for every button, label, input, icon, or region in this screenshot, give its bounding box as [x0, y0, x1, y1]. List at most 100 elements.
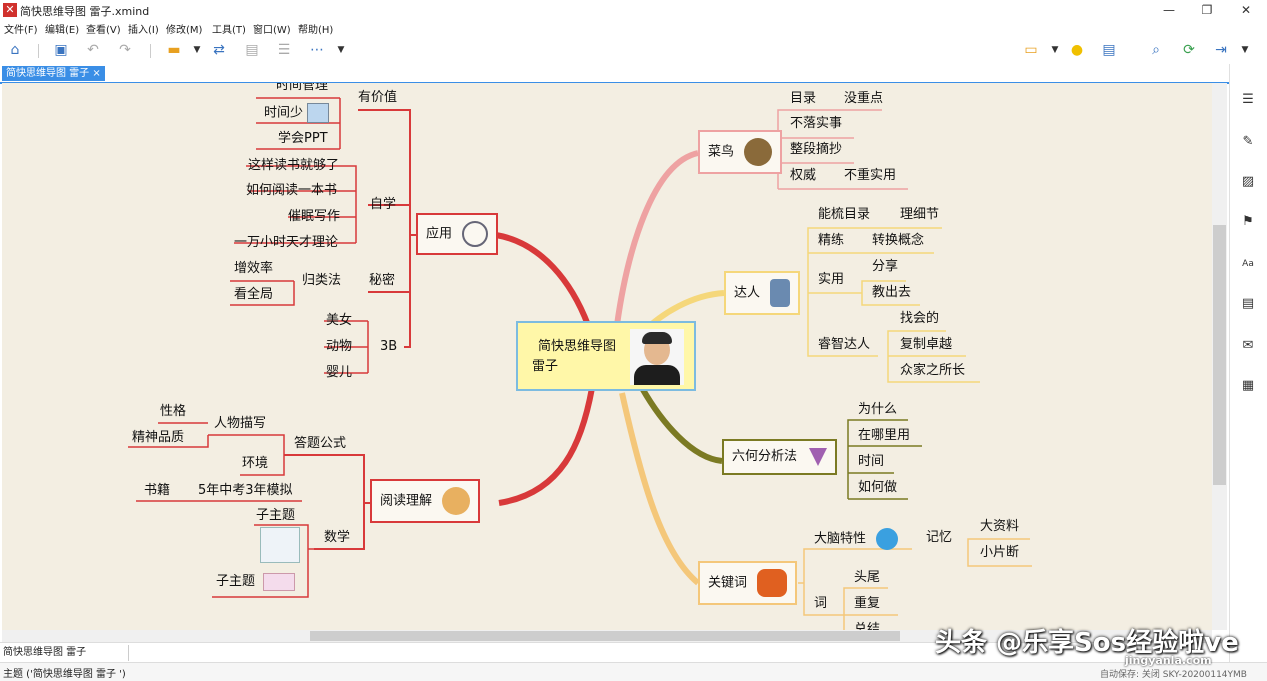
mindmap-canvas[interactable]: 简快思维导图 雷子 应用 有价值 时间管理 时间少 学会PPT 自学 这样读书就… [2, 83, 1212, 630]
relationship-icon[interactable]: ⇄ [210, 41, 228, 59]
topic-buzhongshiyong[interactable]: 不重实用 [844, 166, 896, 186]
menu-modify[interactable]: 修改(M) [166, 21, 202, 36]
editor-tab[interactable]: 简快思维导图 雷子 × [2, 66, 105, 81]
topic-book1[interactable]: 这样读书就够了 [248, 156, 339, 176]
topic-book3[interactable]: 催眠写作 [288, 207, 340, 227]
topic-danaotexing[interactable]: 大脑特性 [814, 528, 899, 550]
topic-xuehuippt[interactable]: 学会PPT [278, 129, 328, 149]
undo-icon[interactable]: ↶ [84, 41, 102, 59]
topic-lixijie[interactable]: 理细节 [900, 205, 939, 225]
topic-shuji[interactable]: 书籍 [144, 481, 170, 501]
topic-yingyong[interactable]: 应用 [416, 213, 499, 255]
topic-weishenme[interactable]: 为什么 [858, 400, 897, 420]
chevron-down-icon[interactable]: ▼ [332, 41, 350, 59]
close-button[interactable]: ✕ [1232, 1, 1260, 19]
topic-datigongshi[interactable]: 答题公式 [294, 434, 346, 454]
topic-guileifa[interactable]: 归类法 [302, 271, 341, 291]
topic-zizhuti1[interactable]: 子主题 [256, 506, 295, 526]
topic-yuedulijie[interactable]: 阅读理解 [370, 479, 481, 523]
topic-zhongjiazhisuochang[interactable]: 众家之所长 [900, 361, 965, 381]
lightbulb-icon[interactable]: ● [1068, 41, 1086, 59]
topic-shuxue[interactable]: 数学 [324, 528, 350, 548]
notes-icon[interactable]: ▤ [1238, 294, 1258, 314]
topic-cainiao[interactable]: 菜鸟 [698, 130, 783, 174]
topic-5nianzhongkao[interactable]: 5年中考3年模拟 [198, 481, 293, 501]
search-icon[interactable]: ⌕ [1147, 41, 1165, 59]
image-icon[interactable]: ▨ [1238, 172, 1258, 192]
topic-mimi[interactable]: 秘密 [369, 271, 395, 291]
text-style-icon[interactable]: Aa [1238, 254, 1258, 274]
save-icon[interactable]: ▣ [52, 41, 70, 59]
format-brush-icon[interactable]: ✎ [1238, 132, 1258, 152]
topic-chongfu[interactable]: 重复 [854, 594, 880, 614]
comment-icon[interactable]: ✉ [1238, 336, 1258, 356]
topic-fenxiang[interactable]: 分享 [872, 257, 898, 277]
topic-liuhefenxifa[interactable]: 六何分析法 [722, 439, 838, 475]
topic-daziliao[interactable]: 大资料 [980, 517, 1019, 537]
topic-zixue[interactable]: 自学 [370, 195, 396, 215]
topic-meinv[interactable]: 美女 [326, 311, 352, 331]
outline-icon[interactable]: ▤ [1100, 41, 1118, 59]
topic-buluoshishi[interactable]: 不落实事 [790, 114, 842, 134]
topic-renwumiaoxie[interactable]: 人物描写 [214, 414, 266, 434]
topic-zainaliyong[interactable]: 在哪里用 [858, 426, 910, 446]
boundary-icon[interactable]: ▤ [243, 41, 261, 59]
outliner-icon[interactable]: ☰ [1238, 90, 1258, 110]
home-icon[interactable]: ⌂ [6, 41, 24, 59]
topic-meizhongdian[interactable]: 没重点 [844, 89, 883, 109]
menu-help[interactable]: 帮助(H) [298, 21, 333, 36]
topic-jiyi[interactable]: 记忆 [926, 528, 952, 548]
chevron-down-icon[interactable]: ▼ [1046, 41, 1064, 59]
topic-jinglian[interactable]: 精练 [818, 231, 844, 251]
topic-book4[interactable]: 一万小时天才理论 [234, 233, 338, 253]
topic-mulu[interactable]: 目录 [790, 89, 816, 109]
topic-shijianguanli[interactable]: 时间管理 [276, 83, 328, 96]
horizontal-scrollbar-thumb[interactable] [310, 631, 900, 641]
topic-nengshumulu[interactable]: 能梳目录 [818, 205, 870, 225]
topic-ruizhidaren[interactable]: 睿智达人 [818, 335, 870, 355]
topic-ci[interactable]: 词 [814, 594, 827, 614]
topic-ruhezuo[interactable]: 如何做 [858, 478, 897, 498]
share-icon[interactable]: ⟳ [1180, 41, 1198, 59]
menu-insert[interactable]: 插入(I) [128, 21, 159, 36]
topic-xingge[interactable]: 性格 [160, 402, 186, 422]
menu-view[interactable]: 查看(V) [86, 21, 121, 36]
topic-guanjianci[interactable]: 关键词 [698, 561, 798, 605]
topic-dongwu[interactable]: 动物 [326, 337, 352, 357]
summary-icon[interactable]: ☰ [275, 41, 293, 59]
topic-3b[interactable]: 3B [380, 337, 397, 357]
menu-edit[interactable]: 编辑(E) [45, 21, 79, 36]
chevron-down-icon[interactable]: ▼ [1236, 41, 1254, 59]
topic-xiaopianduan[interactable]: 小片断 [980, 543, 1019, 563]
central-topic[interactable]: 简快思维导图 雷子 [516, 321, 696, 391]
topic-icon[interactable]: ▬ [165, 41, 183, 59]
export-icon[interactable]: ⇥ [1212, 41, 1230, 59]
marker-flag-icon[interactable]: ⚑ [1238, 212, 1258, 232]
topic-book2[interactable]: 如何阅读一本书 [246, 181, 337, 201]
task-clipboard-icon[interactable]: ▦ [1238, 376, 1258, 396]
topic-zhuanhuangainian[interactable]: 转换概念 [872, 231, 924, 251]
topic-huanjing[interactable]: 环境 [242, 454, 268, 474]
topic-zhaohuide[interactable]: 找会的 [900, 309, 939, 329]
sheet-tab[interactable]: 简快思维导图 雷子 [3, 645, 129, 661]
topic-jingshenpinzhi[interactable]: 精神品质 [132, 428, 184, 448]
topic-shijian[interactable]: 时间 [858, 452, 884, 472]
menu-file[interactable]: 文件(F) [4, 21, 38, 36]
redo-icon[interactable]: ↷ [116, 41, 134, 59]
topic-touwei[interactable]: 头尾 [854, 568, 880, 588]
topic-shijianshao[interactable]: 时间少 [264, 103, 330, 124]
more-icon[interactable]: ⋯ [308, 41, 326, 59]
topic-fuzhizhuoyue[interactable]: 复制卓越 [900, 335, 952, 355]
topic-quanwei[interactable]: 权威 [790, 166, 816, 186]
menu-tools[interactable]: 工具(T) [212, 21, 246, 36]
close-icon[interactable]: × [92, 68, 100, 79]
topic-zengxiaolv[interactable]: 增效率 [234, 259, 273, 279]
topic-daren[interactable]: 达人 [724, 271, 801, 315]
topic-jiaochuqu[interactable]: 教出去 [872, 283, 911, 303]
topic-shiyong[interactable]: 实用 [818, 270, 844, 290]
topic-zizhuti2[interactable]: 子主题 [216, 572, 296, 592]
presentation-icon[interactable]: ▭ [1022, 41, 1040, 59]
topic-yinger[interactable]: 婴儿 [326, 363, 352, 383]
topic-zongjie[interactable]: 总结 [854, 620, 880, 630]
chevron-down-icon[interactable]: ▼ [188, 41, 206, 59]
